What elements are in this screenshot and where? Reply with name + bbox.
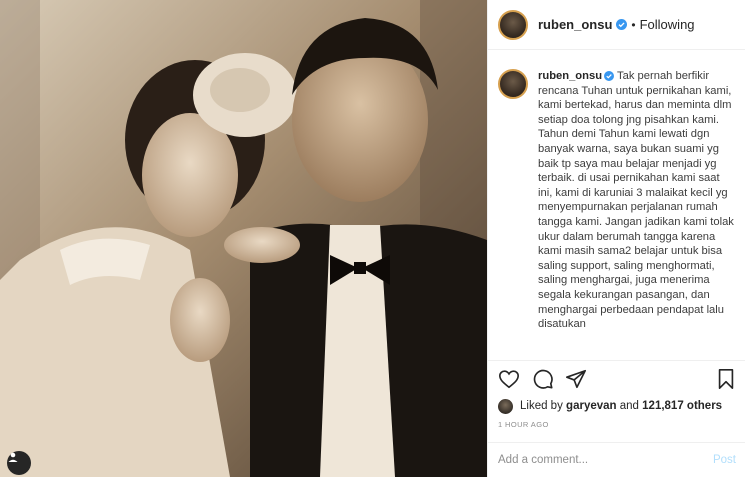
post-header: ruben_onsu • Following (488, 0, 745, 50)
post-side-panel: ruben_onsu • Following ruben_onsu Tak per… (487, 0, 745, 477)
header-username[interactable]: ruben_onsu (538, 17, 612, 32)
caption-text: Tak pernah berfikir rencana Tuhan untuk … (538, 70, 734, 331)
caption: ruben_onsu Tak pernah berfikir rencana Tu… (538, 69, 736, 354)
caption-username[interactable]: ruben_onsu (538, 70, 602, 82)
action-bar (488, 360, 745, 396)
couple-photo-illustration (0, 0, 487, 477)
bookmark-icon[interactable] (716, 368, 736, 390)
likes-others-link[interactable]: 121,817 others (642, 400, 722, 412)
caption-section: ruben_onsu Tak pernah berfikir rencana Tu… (488, 51, 745, 354)
liker-username[interactable]: garyevan (566, 400, 617, 412)
post-photo[interactable] (0, 0, 487, 477)
avatar[interactable] (498, 9, 528, 40)
verified-badge-icon (616, 19, 628, 30)
separator-dot: • (631, 17, 636, 32)
comment-icon[interactable] (532, 368, 554, 390)
comment-bar: Post (488, 442, 745, 477)
caption-avatar[interactable] (498, 69, 528, 99)
following-button[interactable]: Following (640, 17, 695, 32)
comment-input[interactable] (498, 454, 698, 466)
user-tag-icon (8, 452, 18, 462)
likes-conjunction: and (619, 400, 639, 412)
share-icon[interactable] (565, 368, 587, 390)
likes-prefix: Liked by (520, 400, 563, 412)
likes-summary: Liked by garyevan and 121,817 others (498, 397, 722, 415)
post-comment-button[interactable]: Post (713, 454, 736, 466)
liker-avatar[interactable] (498, 398, 513, 414)
heart-icon[interactable] (498, 368, 520, 390)
post-timestamp[interactable]: 1 HOUR AGO (498, 420, 549, 429)
tagged-users-button[interactable] (7, 451, 31, 475)
verified-badge-icon (604, 71, 615, 81)
